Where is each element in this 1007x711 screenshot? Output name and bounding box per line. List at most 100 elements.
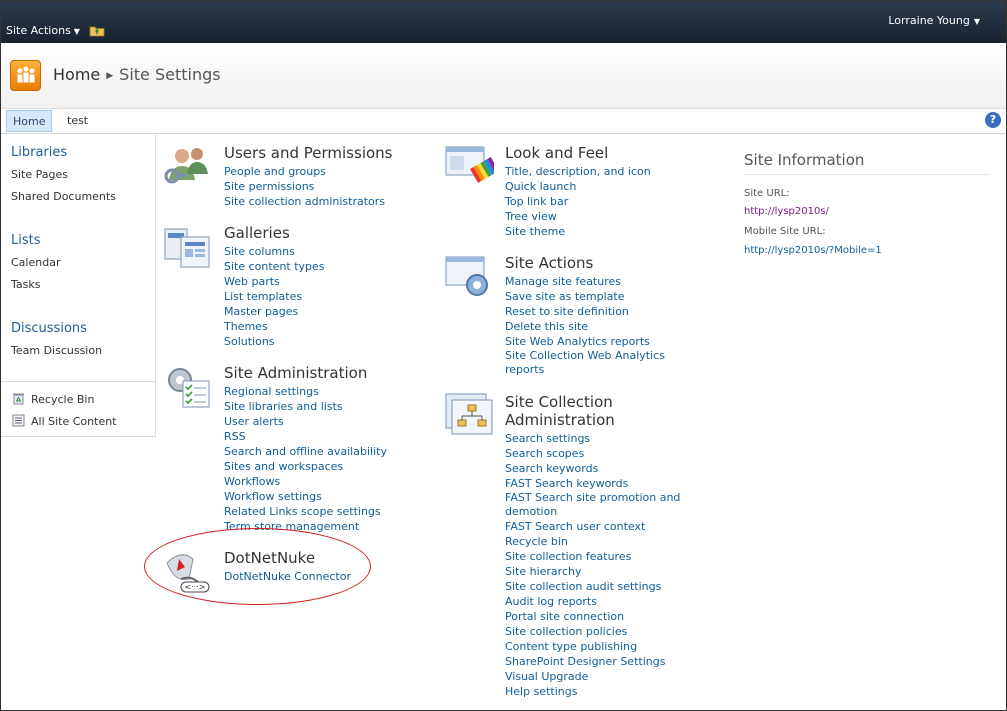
top-navigation: Home test ? (1, 109, 1006, 134)
link-web-parts[interactable]: Web parts (224, 274, 325, 289)
site-url-label: Site URL: (744, 188, 790, 199)
link-audit-log-reports[interactable]: Audit log reports (505, 594, 680, 609)
section-users-permissions: Users and Permissions People and groups … (224, 144, 392, 209)
link-site-collection-web-analytics-reports[interactable]: Site Collection Web Analytics reports (505, 349, 665, 377)
nav-item-team-discussion[interactable]: Team Discussion (11, 344, 102, 357)
link-sharepoint-designer-settings[interactable]: SharePoint Designer Settings (505, 654, 680, 669)
help-icon[interactable]: ? (985, 112, 1001, 128)
user-menu[interactable]: Lorraine Young ▼ (888, 14, 980, 27)
link-workflows[interactable]: Workflows (224, 474, 387, 489)
link-themes[interactable]: Themes (224, 319, 325, 334)
link-reset-to-site-definition[interactable]: Reset to site definition (505, 304, 665, 319)
chevron-down-icon: ▼ (973, 17, 980, 26)
link-save-site-as-template[interactable]: Save site as template (505, 289, 665, 304)
section-title-line-2: Administration (505, 411, 615, 429)
link-workflow-settings[interactable]: Workflow settings (224, 489, 387, 504)
section-title: Site Administration (224, 364, 368, 382)
link-related-links-scope-settings[interactable]: Related Links scope settings (224, 504, 387, 519)
link-visual-upgrade[interactable]: Visual Upgrade (505, 669, 680, 684)
link-site-content-types[interactable]: Site content types (224, 259, 325, 274)
breadcrumb-separator-icon: ▶ (106, 71, 114, 81)
link-site-theme[interactable]: Site theme (505, 224, 651, 239)
recycle-bin-label: Recycle Bin (31, 393, 95, 406)
site-logo-icon[interactable] (10, 60, 41, 91)
link-recycle-bin[interactable]: Recycle bin (505, 534, 680, 549)
link-user-alerts[interactable]: User alerts (224, 414, 387, 429)
link-text-line: demotion (505, 505, 558, 518)
link-title-description-icon[interactable]: Title, description, and icon (505, 164, 651, 179)
link-sites-and-workspaces[interactable]: Sites and workspaces (224, 459, 387, 474)
link-site-columns[interactable]: Site columns (224, 244, 325, 259)
link-master-pages[interactable]: Master pages (224, 304, 325, 319)
link-regional-settings[interactable]: Regional settings (224, 384, 387, 399)
nav-heading-discussions[interactable]: Discussions (11, 321, 87, 336)
dotnetnuke-icon: <···> (166, 554, 210, 593)
nav-item-recycle-bin[interactable]: Recycle Bin (12, 392, 94, 406)
link-manage-site-features[interactable]: Manage site features (505, 274, 665, 289)
look-and-feel-icon (445, 146, 494, 183)
chevron-down-icon: ▼ (73, 27, 80, 36)
nav-item-calendar[interactable]: Calendar (11, 256, 60, 269)
link-site-hierarchy[interactable]: Site hierarchy (505, 564, 680, 579)
link-rss[interactable]: RSS (224, 429, 387, 444)
link-search-settings[interactable]: Search settings (505, 431, 680, 446)
nav-divider (1, 381, 155, 382)
nav-item-tasks[interactable]: Tasks (11, 278, 40, 291)
link-delete-this-site[interactable]: Delete this site (505, 319, 665, 334)
nav-item-site-pages[interactable]: Site Pages (11, 168, 68, 181)
link-site-libraries-and-lists[interactable]: Site libraries and lists (224, 399, 387, 414)
mobile-site-url-link[interactable]: http://lysp2010s/?Mobile=1 (744, 245, 882, 256)
link-site-permissions[interactable]: Site permissions (224, 179, 392, 194)
nav-item-shared-documents[interactable]: Shared Documents (11, 190, 116, 203)
title-area: Home ▶ Site Settings (1, 43, 1006, 109)
link-search-keywords[interactable]: Search keywords (505, 461, 680, 476)
link-portal-site-connection[interactable]: Portal site connection (505, 609, 680, 624)
site-url-link[interactable]: http://lysp2010s/ (744, 206, 829, 217)
link-site-web-analytics-reports[interactable]: Site Web Analytics reports (505, 334, 665, 349)
section-site-collection-administration: Site Collection Administration Search se… (505, 393, 680, 699)
link-site-collection-administrators[interactable]: Site collection administrators (224, 194, 392, 209)
site-content-icon (12, 414, 25, 427)
link-dotnetnuke-connector[interactable]: DotNetNuke Connector (224, 569, 351, 584)
link-site-collection-audit-settings[interactable]: Site collection audit settings (505, 579, 680, 594)
tab-home[interactable]: Home (6, 110, 53, 132)
link-site-collection-policies[interactable]: Site collection policies (505, 624, 680, 639)
site-administration-icon (168, 368, 210, 408)
svg-text:<···>: <···> (184, 583, 205, 592)
link-text-line: reports (505, 363, 545, 376)
link-top-link-bar[interactable]: Top link bar (505, 194, 651, 209)
link-search-offline-availability[interactable]: Search and offline availability (224, 444, 387, 459)
section-title: Look and Feel (505, 144, 609, 162)
link-text-line: Site Collection Web Analytics (505, 349, 665, 362)
section-look-and-feel: Look and Feel Title, description, and ic… (505, 144, 651, 239)
section-title: Site Actions (505, 254, 594, 272)
link-fast-search-keywords[interactable]: FAST Search keywords (505, 476, 680, 491)
site-actions-menu[interactable]: Site Actions ▼ (6, 24, 80, 37)
section-title-line-1: Site Collection (505, 393, 613, 411)
ribbon-bar: Site Actions ▼ Lorraine Young ▼ (1, 1, 1006, 43)
tab-test[interactable]: test (67, 114, 88, 127)
link-text-line: FAST Search site promotion and (505, 491, 681, 504)
all-site-content-label: All Site Content (31, 415, 117, 428)
link-quick-launch[interactable]: Quick launch (505, 179, 651, 194)
link-fast-search-site-promotion-demotion[interactable]: FAST Search site promotion and demotion (505, 491, 680, 519)
nav-heading-libraries[interactable]: Libraries (11, 145, 67, 160)
link-list-templates[interactable]: List templates (224, 289, 325, 304)
link-search-scopes[interactable]: Search scopes (505, 446, 680, 461)
link-content-type-publishing[interactable]: Content type publishing (505, 639, 680, 654)
link-help-settings[interactable]: Help settings (505, 684, 680, 699)
breadcrumb-home-link[interactable]: Home (53, 65, 100, 84)
nav-heading-lists[interactable]: Lists (11, 233, 41, 248)
section-site-administration: Site Administration Regional settings Si… (224, 364, 387, 534)
link-people-and-groups[interactable]: People and groups (224, 164, 392, 179)
section-galleries: Galleries Site columns Site content type… (224, 224, 325, 349)
link-fast-search-user-context[interactable]: FAST Search user context (505, 519, 680, 534)
link-tree-view[interactable]: Tree view (505, 209, 651, 224)
navigate-up-folder-icon[interactable] (89, 24, 105, 37)
nav-item-all-site-content[interactable]: All Site Content (12, 414, 117, 428)
link-solutions[interactable]: Solutions (224, 334, 325, 349)
section-title: DotNetNuke (224, 549, 316, 567)
link-term-store-management[interactable]: Term store management (224, 519, 387, 534)
section-title: Users and Permissions (224, 144, 393, 162)
link-site-collection-features[interactable]: Site collection features (505, 549, 680, 564)
